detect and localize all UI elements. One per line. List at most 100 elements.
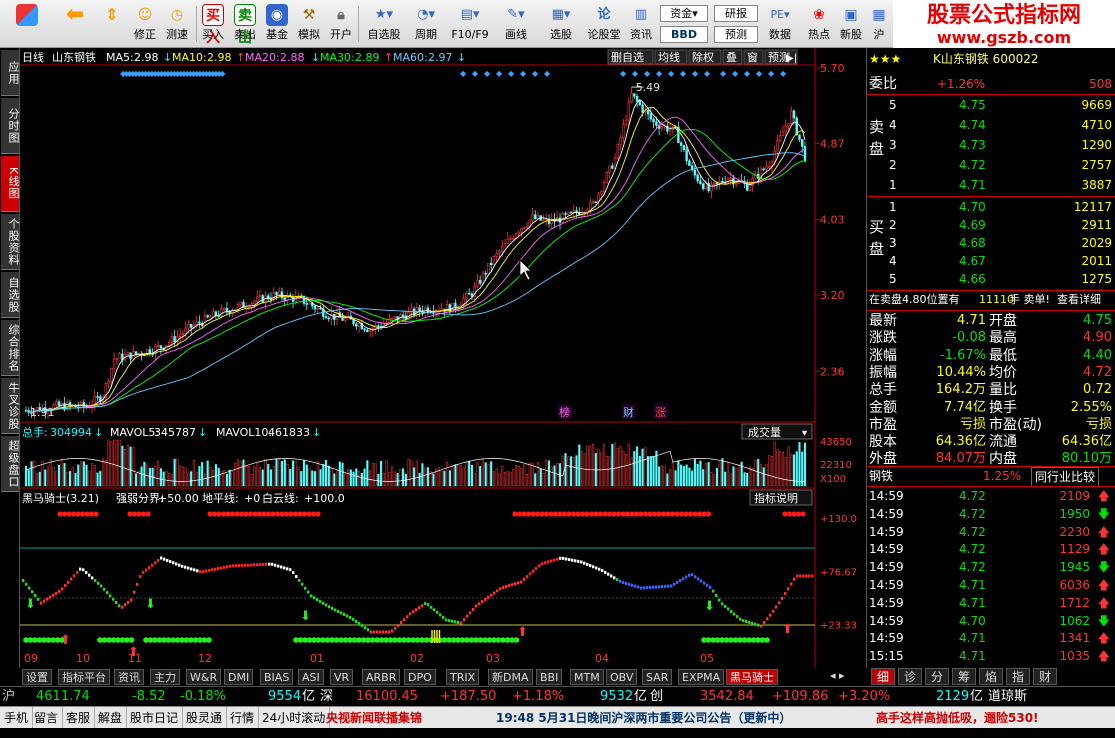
news-ticker-3[interactable]: 高手这样高抛低吸，逦险530! bbox=[876, 707, 1039, 729]
indicator-tab-8[interactable]: VR bbox=[330, 669, 354, 685]
fix-button[interactable]: ☺ 修正 bbox=[130, 2, 160, 46]
quote-tab-0[interactable]: 细 bbox=[871, 668, 895, 685]
indicator-tab-13[interactable]: BBI bbox=[536, 669, 563, 685]
signal-arrow-0: ⬇ bbox=[25, 597, 36, 612]
view-detail-link[interactable]: 查看详细 bbox=[1057, 291, 1101, 309]
left-tab-2[interactable]: K线图 bbox=[1, 156, 20, 212]
indicator-tab-4[interactable]: W&R bbox=[186, 669, 222, 685]
research-button[interactable]: 研报 bbox=[714, 5, 758, 22]
osc-dot bbox=[748, 620, 751, 624]
data-button[interactable]: PE▾ 数据 bbox=[760, 2, 800, 46]
indicator-tab-17[interactable]: EXPMA bbox=[678, 669, 725, 685]
forum-button[interactable]: 论论股堂 bbox=[584, 2, 624, 46]
top-signal-dot bbox=[795, 511, 802, 517]
volume-bar bbox=[495, 468, 498, 487]
candle-body bbox=[517, 231, 520, 235]
indicator-tab-5[interactable]: DMI bbox=[224, 669, 254, 685]
indicator-tab-1[interactable]: 指标平台 bbox=[58, 669, 110, 685]
cy-index-pct: +3.20% bbox=[838, 689, 891, 704]
sell-button[interactable]: 卖出 卖出 bbox=[230, 2, 260, 46]
status-mobile[interactable]: 手机 bbox=[0, 707, 34, 729]
indicator-tab-18[interactable]: 黑马骑士 bbox=[726, 669, 778, 685]
osc-dot bbox=[412, 610, 415, 614]
status-24h[interactable]: 24小时滚动 bbox=[258, 707, 331, 729]
indicator-tab-15[interactable]: OBV bbox=[606, 669, 638, 685]
indicator-tab-12[interactable]: 新DMA bbox=[488, 669, 533, 685]
forecast-button[interactable]: 预测 bbox=[714, 26, 758, 43]
top-signal-dot bbox=[136, 511, 142, 517]
up-down-icon[interactable]: ⇕ bbox=[98, 2, 126, 46]
osc-dot bbox=[331, 607, 334, 610]
new-stock-button[interactable]: ▣ 新股 bbox=[836, 2, 866, 46]
news-ticker-2[interactable]: 19:48 5月31日晚间沪深两市重要公司公告（更新中） bbox=[496, 707, 791, 729]
status-service[interactable]: 客服 bbox=[62, 707, 96, 729]
draw-line-button[interactable]: ✎▾ 画线 bbox=[498, 2, 534, 46]
osc-dot bbox=[415, 608, 418, 612]
layout-icon[interactable] bbox=[12, 2, 42, 46]
back-icon[interactable]: ⬅ bbox=[60, 2, 90, 46]
speed-test-button[interactable]: ◷ 测速 bbox=[162, 2, 192, 46]
buy-button[interactable]: 买入 买入 bbox=[198, 2, 228, 46]
open-account-button[interactable]: 🔒︎ 开户 bbox=[326, 2, 356, 46]
indicator-tab-2[interactable]: 资讯 bbox=[114, 669, 144, 685]
candle-body bbox=[520, 228, 523, 233]
news-button[interactable]: ▥ 资讯 bbox=[626, 2, 656, 46]
indicator-tab-16[interactable]: SAR bbox=[642, 669, 673, 685]
sh-button[interactable]: ▦ 沪 bbox=[868, 2, 890, 46]
osc-dot bbox=[259, 563, 262, 567]
left-tab-4[interactable]: 自选股 bbox=[1, 272, 20, 318]
simulate-button[interactable]: ⚒ 模拟 bbox=[294, 2, 324, 46]
quote-tab-4[interactable]: 焰 bbox=[979, 668, 1003, 685]
kline-chart-area[interactable]: 日线 山东钢铁 MA5: 2.98 ↓ MA10: 2.98 ↑ MA20: 2.88 ↓ MA30:… bbox=[20, 48, 866, 668]
stock-select-button[interactable]: ▦▾ 选股 bbox=[542, 2, 580, 46]
fund-button[interactable]: ◉ 基金 bbox=[262, 2, 292, 46]
candle-body bbox=[569, 211, 573, 214]
quote-tab-2[interactable]: 分 bbox=[925, 668, 949, 685]
osc-dot bbox=[208, 568, 211, 572]
indicator-tab-9[interactable]: ARBR bbox=[362, 669, 401, 685]
left-tab-3[interactable]: 个股资料 bbox=[1, 214, 20, 270]
osc-dot bbox=[115, 601, 118, 604]
quote-tab-5[interactable]: 指 bbox=[1006, 668, 1030, 685]
period-button[interactable]: ◔▾ 周期 bbox=[408, 2, 444, 46]
left-tab-6[interactable]: 牛叉诊股 bbox=[1, 378, 20, 434]
sector-row: 钢铁 1.25% 同行业比较 bbox=[867, 467, 1115, 487]
status-analysis[interactable]: 解盘 bbox=[94, 707, 128, 729]
volume-bar bbox=[798, 442, 801, 487]
volume-bar bbox=[344, 473, 347, 487]
indicator-tab-14[interactable]: MTM bbox=[570, 669, 604, 685]
status-quote[interactable]: 行情 bbox=[226, 707, 260, 729]
quote-tab-3[interactable]: 筹 bbox=[952, 668, 976, 685]
hot-button[interactable]: ❀ 热点 bbox=[804, 2, 834, 46]
candle-body bbox=[627, 101, 631, 121]
quote-tab-6[interactable]: 财 bbox=[1033, 668, 1057, 685]
status-gulingtong[interactable]: 股灵通 bbox=[182, 707, 228, 729]
indicator-tab-3[interactable]: 主力 bbox=[150, 669, 180, 685]
left-tab-5[interactable]: 综合排名 bbox=[1, 320, 20, 376]
volume-bar bbox=[707, 462, 710, 487]
f10-button[interactable]: ▤▾ F10/F9 bbox=[448, 2, 492, 46]
status-message[interactable]: 留言 bbox=[30, 707, 64, 729]
left-tab-7[interactable]: 超级盘口 bbox=[1, 436, 20, 492]
indicator-tab-6[interactable]: BIAS bbox=[260, 669, 294, 685]
kline-chart-svg[interactable]: 日线 山东钢铁 MA5: 2.98 ↓ MA10: 2.98 ↑ MA20: 2.88 ↓ MA30:… bbox=[20, 48, 866, 668]
osc-dot bbox=[649, 585, 652, 589]
bbd-button[interactable]: BBD bbox=[660, 26, 708, 43]
left-tab-0[interactable]: 应用 bbox=[1, 50, 20, 96]
indicator-tab-7[interactable]: ASI bbox=[298, 669, 324, 685]
osc-dot bbox=[607, 572, 610, 576]
quote-tab-1[interactable]: 诊 bbox=[898, 668, 922, 685]
indicator-tab-11[interactable]: TRIX bbox=[446, 669, 480, 685]
watchlist-button[interactable]: ★▾ 自选股 bbox=[362, 2, 406, 46]
left-tab-1[interactable]: 分时图 bbox=[1, 98, 20, 154]
indicator-tab-10[interactable]: DPO bbox=[404, 669, 436, 685]
osc-dot bbox=[157, 558, 160, 562]
osc-dot bbox=[619, 579, 622, 583]
osc-dot bbox=[496, 589, 499, 593]
indicator-tab-0[interactable]: 设置 bbox=[22, 669, 52, 685]
status-diary[interactable]: 股市日记 bbox=[126, 707, 184, 729]
news-ticker-1[interactable]: 央视新闻联播集锦 bbox=[326, 707, 422, 729]
tab-scroll-arrows[interactable]: ◂ ▸ bbox=[830, 669, 845, 682]
capital-button[interactable]: 资金▾ bbox=[660, 5, 708, 22]
industry-compare-button[interactable]: 同行业比较 bbox=[1031, 467, 1100, 487]
